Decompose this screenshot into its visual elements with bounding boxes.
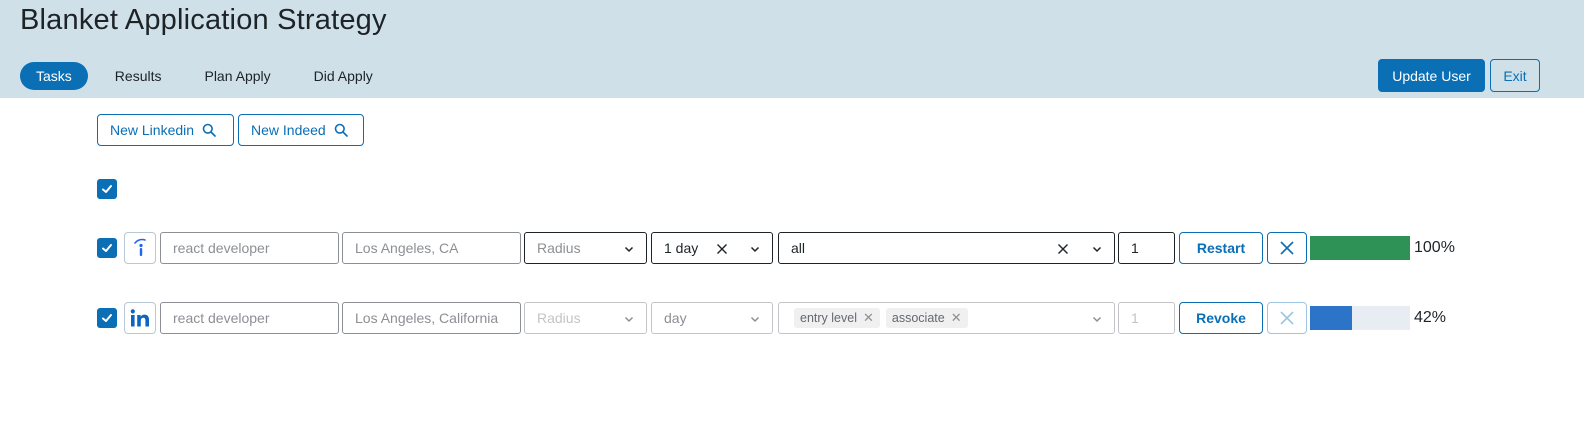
clear-icon[interactable]: [1056, 242, 1070, 256]
remove-task-button[interactable]: [1267, 302, 1307, 334]
exit-button[interactable]: Exit: [1490, 59, 1540, 92]
date-posted-value: 1 day: [664, 240, 699, 256]
new-indeed-label: New Indeed: [251, 122, 326, 138]
keywords-placeholder: react developer: [173, 240, 270, 256]
tab-results[interactable]: Results: [99, 62, 178, 90]
location-placeholder: Los Angeles, CA: [355, 240, 459, 256]
task-progress-fill: [1310, 236, 1410, 260]
experience-multiselect[interactable]: entry level ✕ associate ✕: [778, 302, 1115, 334]
count-placeholder: 1: [1131, 310, 1139, 326]
task-progress-label: 42%: [1414, 309, 1447, 326]
search-icon: [202, 123, 216, 137]
radius-select[interactable]: Radius: [524, 232, 647, 264]
task-progress-fill: [1310, 306, 1352, 330]
chevron-down-icon: [1092, 316, 1102, 323]
new-linkedin-label: New Linkedin: [110, 122, 195, 138]
tab-bar: Tasks Results Plan Apply Did Apply: [20, 62, 400, 90]
tab-tasks[interactable]: Tasks: [20, 62, 88, 90]
keywords-input[interactable]: react developer: [160, 302, 339, 334]
date-posted-select[interactable]: day: [651, 302, 773, 334]
remove-task-button[interactable]: [1267, 232, 1307, 264]
page-title: Blanket Application Strategy: [20, 4, 387, 36]
task-row-checkbox[interactable]: [97, 238, 117, 258]
date-posted-placeholder: day: [664, 310, 687, 326]
revoke-button[interactable]: Revoke: [1179, 302, 1263, 334]
location-input[interactable]: Los Angeles, California: [342, 302, 521, 334]
keywords-placeholder: react developer: [173, 310, 270, 326]
experience-value: all: [791, 240, 806, 256]
location-input[interactable]: Los Angeles, CA: [342, 232, 521, 264]
linkedin-icon: [130, 309, 149, 327]
new-indeed-button[interactable]: New Indeed: [238, 114, 364, 146]
experience-tag-label: associate: [891, 311, 945, 325]
count-input[interactable]: 1: [1118, 232, 1175, 264]
linkedin-source-badge: [124, 302, 156, 334]
indeed-source-badge: [124, 232, 156, 264]
location-placeholder: Los Angeles, California: [355, 310, 499, 326]
tab-did-apply[interactable]: Did Apply: [298, 62, 389, 90]
chevron-down-icon: [624, 246, 634, 253]
task-progress-label: 100%: [1414, 239, 1455, 256]
chevron-down-icon: [624, 316, 634, 323]
restart-button[interactable]: Restart: [1179, 232, 1263, 264]
tab-plan-apply[interactable]: Plan Apply: [188, 62, 286, 90]
count-value: 1: [1131, 240, 1139, 256]
task-progress-bar: [1310, 236, 1410, 260]
remove-tag-icon[interactable]: ✕: [863, 310, 874, 326]
experience-select[interactable]: all: [778, 232, 1115, 264]
experience-tag: entry level ✕: [794, 308, 880, 328]
experience-tag-label: entry level: [800, 311, 857, 325]
radius-placeholder: Radius: [537, 240, 581, 256]
chevron-down-icon: [750, 246, 760, 253]
close-icon: [1280, 241, 1294, 255]
remove-tag-icon[interactable]: ✕: [951, 310, 962, 326]
check-icon: [102, 314, 112, 322]
task-row-checkbox[interactable]: [97, 308, 117, 328]
new-linkedin-button[interactable]: New Linkedin: [97, 114, 234, 146]
keywords-input[interactable]: react developer: [160, 232, 339, 264]
chevron-down-icon: [1092, 246, 1102, 253]
update-user-button[interactable]: Update User: [1378, 59, 1485, 92]
check-icon: [102, 185, 112, 193]
select-all-checkbox[interactable]: [97, 179, 117, 199]
count-input[interactable]: 1: [1118, 302, 1175, 334]
indeed-icon: [134, 238, 146, 256]
app-header: Blanket Application Strategy Tasks Resul…: [0, 0, 1584, 98]
close-icon: [1280, 311, 1294, 325]
experience-tag: associate ✕: [885, 308, 968, 328]
chevron-down-icon: [750, 316, 760, 323]
radius-select[interactable]: Radius: [524, 302, 647, 334]
radius-placeholder: Radius: [537, 310, 581, 326]
date-posted-select[interactable]: 1 day: [651, 232, 773, 264]
check-icon: [102, 244, 112, 252]
clear-icon[interactable]: [715, 242, 729, 256]
task-progress-bar: [1310, 306, 1410, 330]
search-icon: [334, 123, 348, 137]
